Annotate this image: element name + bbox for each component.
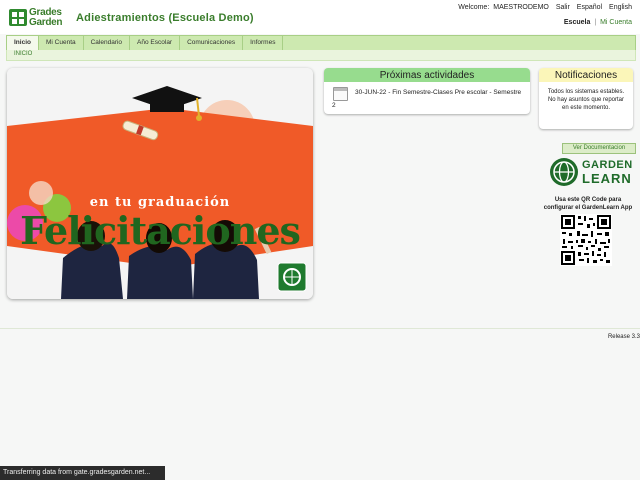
graduation-banner: Felicitaciones en tu graduación [7,68,313,299]
tab-comunicaciones[interactable]: Comunicaciones [180,36,244,50]
main-nav: Inicio Mi Cuenta Calendario Año Escolar … [6,35,636,51]
release-version: Release 3.3 [607,334,640,340]
qr-caption: Usa este QR Code para configurar el Gard… [543,197,633,211]
activity-item-text[interactable]: 30-JUN-22 - Fin Semestre-Clases Pre esco… [355,89,521,96]
breadcrumb-current: INICIO [14,51,33,57]
lang-en-link[interactable]: English [609,4,632,11]
tab-mi-cuenta[interactable]: Mi Cuenta [39,36,84,50]
logo-mark-icon [9,9,27,26]
notifications-message: Todos los sistemas estables. No hay asun… [547,89,625,111]
logout-link[interactable]: Salir [556,4,570,11]
gardenlearn-text-learn: LEARN [582,171,632,186]
activity-item-text-cont[interactable]: 2 [332,102,336,109]
view-documentation-button[interactable]: Ver Documentacion [562,143,636,154]
tab-inicio[interactable]: Inicio [7,36,39,50]
header: Grades Garden Adiestramientos (Escuela D… [0,0,640,34]
gardenlearn-text-garden: GARDEN [582,159,633,171]
gardenlearn-globe-icon [550,158,578,186]
browser-status-bar: Transferring data from gate.gradesgarden… [0,466,165,480]
activities-title: Próximas actividades [324,68,530,82]
welcome-label: Welcome: [458,4,490,11]
activities-panel: Próximas actividades 30-JUN-22 - Fin Sem… [324,68,530,114]
breadcrumb: INICIO [6,50,636,61]
logo-text-garden: Garden [29,17,63,28]
qr-code-icon [560,214,612,266]
tab-calendario[interactable]: Calendario [84,36,131,50]
lang-es-link[interactable]: Español [577,4,602,11]
grades-garden-logo[interactable]: Grades Garden [9,7,65,28]
my-account-link[interactable]: Mi Cuenta [600,19,632,26]
user-name: MAESTRODEMO [493,4,549,11]
calendar-icon [333,87,348,101]
footer-divider [0,328,640,329]
school-nav: Escuela | Mi Cuenta [564,19,632,26]
app-title: Adiestramientos (Escuela Demo) [76,12,254,24]
notifications-title: Notificaciones [539,68,633,82]
banner-subtitle: en tu graduación [89,195,231,210]
notifications-panel: Notificaciones Todos los sistemas establ… [539,68,633,129]
tab-ano-escolar[interactable]: Año Escolar [130,36,181,50]
school-link[interactable]: Escuela [564,19,590,26]
gardenlearn-logo: GARDEN LEARN [549,157,632,189]
user-bar: Welcome: MAESTRODEMO Salir Español Engli… [453,4,632,11]
banner-title: Felicitaciones [20,208,301,253]
tab-informes[interactable]: Informes [243,36,284,50]
banner-artwork [7,68,313,299]
school-nav-separator: | [594,19,597,26]
